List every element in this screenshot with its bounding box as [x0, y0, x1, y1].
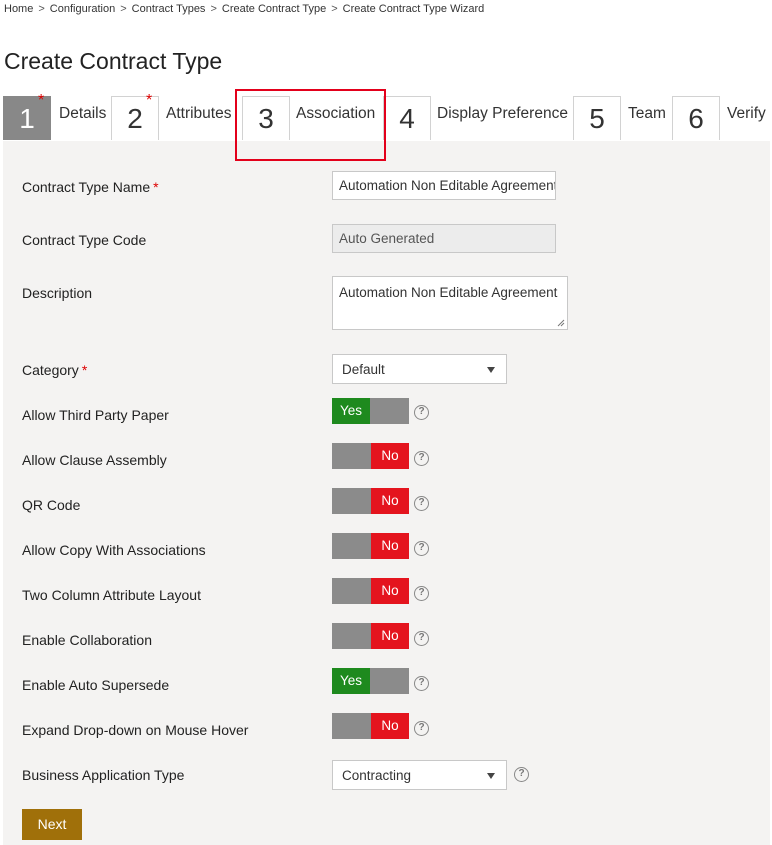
resize-grip-icon[interactable]: [557, 319, 565, 327]
step-number: 5: [589, 103, 605, 134]
contract-type-code-label: Contract Type Code: [22, 232, 147, 248]
toggle-clause-assembly[interactable]: No: [332, 443, 409, 469]
step-label: Team: [628, 105, 666, 122]
step-number: 4: [399, 103, 415, 134]
chevron-down-icon: [487, 773, 495, 779]
step-label: Attributes: [166, 105, 232, 122]
description-textarea[interactable]: Automation Non Editable Agreement: [332, 276, 568, 330]
toggle-third-party-paper[interactable]: Yes: [332, 398, 409, 424]
chevron-down-icon: [487, 367, 495, 373]
highlight-box: [235, 89, 386, 161]
step-number: 6: [688, 103, 704, 134]
step-number: 2: [127, 103, 143, 134]
contract-type-name-input[interactable]: Automation Non Editable Agreement: [332, 171, 556, 200]
wizard-steps: 1 * Details 2 * Attributes 3 Association…: [0, 93, 772, 141]
toggle-label-clause-assembly: Allow Clause Assembly: [22, 452, 167, 468]
category-select[interactable]: Default: [332, 354, 507, 384]
toggle-expand-dropdown-hover[interactable]: No: [332, 713, 409, 739]
help-icon[interactable]: ?: [414, 721, 429, 736]
contract-type-name-label: Contract Type Name *: [22, 179, 159, 195]
help-icon[interactable]: ?: [414, 631, 429, 646]
breadcrumb-create-contract-type[interactable]: Create Contract Type: [222, 3, 326, 15]
toggle-label-third-party-paper: Allow Third Party Paper: [22, 407, 169, 423]
toggle-label-expand-dropdown-hover: Expand Drop-down on Mouse Hover: [22, 722, 249, 738]
toggle-label-copy-with-associations: Allow Copy With Associations: [22, 542, 206, 558]
toggle-auto-supersede[interactable]: Yes: [332, 668, 409, 694]
toggle-two-column-layout[interactable]: No: [332, 578, 409, 604]
description-label: Description: [22, 285, 93, 301]
contract-type-code-input: Auto Generated: [332, 224, 556, 253]
toggle-collaboration[interactable]: No: [332, 623, 409, 649]
category-label: Category *: [22, 362, 88, 378]
business-application-type-label: Business Application Type: [22, 767, 185, 783]
business-application-type-value: Contracting: [342, 768, 412, 783]
breadcrumb-configuration[interactable]: Configuration: [50, 3, 115, 15]
step-label: Display Preference: [437, 105, 568, 122]
page-title: Create Contract Type: [4, 48, 223, 74]
step-label: Details: [59, 105, 107, 122]
description-text: Automation Non Editable Agreement: [339, 285, 558, 300]
toggle-label-auto-supersede: Enable Auto Supersede: [22, 677, 170, 693]
help-icon[interactable]: ?: [414, 586, 429, 601]
breadcrumb-wizard: Create Contract Type Wizard: [342, 3, 485, 15]
toggle-qr-code[interactable]: No: [332, 488, 409, 514]
help-icon[interactable]: ?: [414, 405, 429, 420]
toggle-copy-with-associations[interactable]: No: [332, 533, 409, 559]
help-icon[interactable]: ?: [414, 496, 429, 511]
help-icon[interactable]: ?: [414, 451, 429, 466]
breadcrumb-home[interactable]: Home: [4, 3, 33, 15]
help-icon[interactable]: ?: [414, 676, 429, 691]
required-star: *: [146, 92, 153, 109]
breadcrumb: Home > Configuration > Contract Types > Create…: [4, 3, 485, 15]
step-number: 1: [19, 103, 35, 134]
required-star: *: [38, 92, 45, 109]
toggle-label-two-column-layout: Two Column Attribute Layout: [22, 587, 201, 603]
business-application-type-select[interactable]: Contracting: [332, 760, 507, 790]
help-icon[interactable]: ?: [414, 541, 429, 556]
next-button[interactable]: Next: [22, 809, 82, 840]
breadcrumb-contract-types[interactable]: Contract Types: [132, 3, 206, 15]
step-label: Verify: [727, 105, 766, 122]
toggle-label-collaboration: Enable Collaboration: [22, 632, 152, 648]
help-icon[interactable]: ?: [514, 767, 529, 782]
toggle-label-qr-code: QR Code: [22, 497, 81, 513]
category-value: Default: [342, 362, 385, 377]
